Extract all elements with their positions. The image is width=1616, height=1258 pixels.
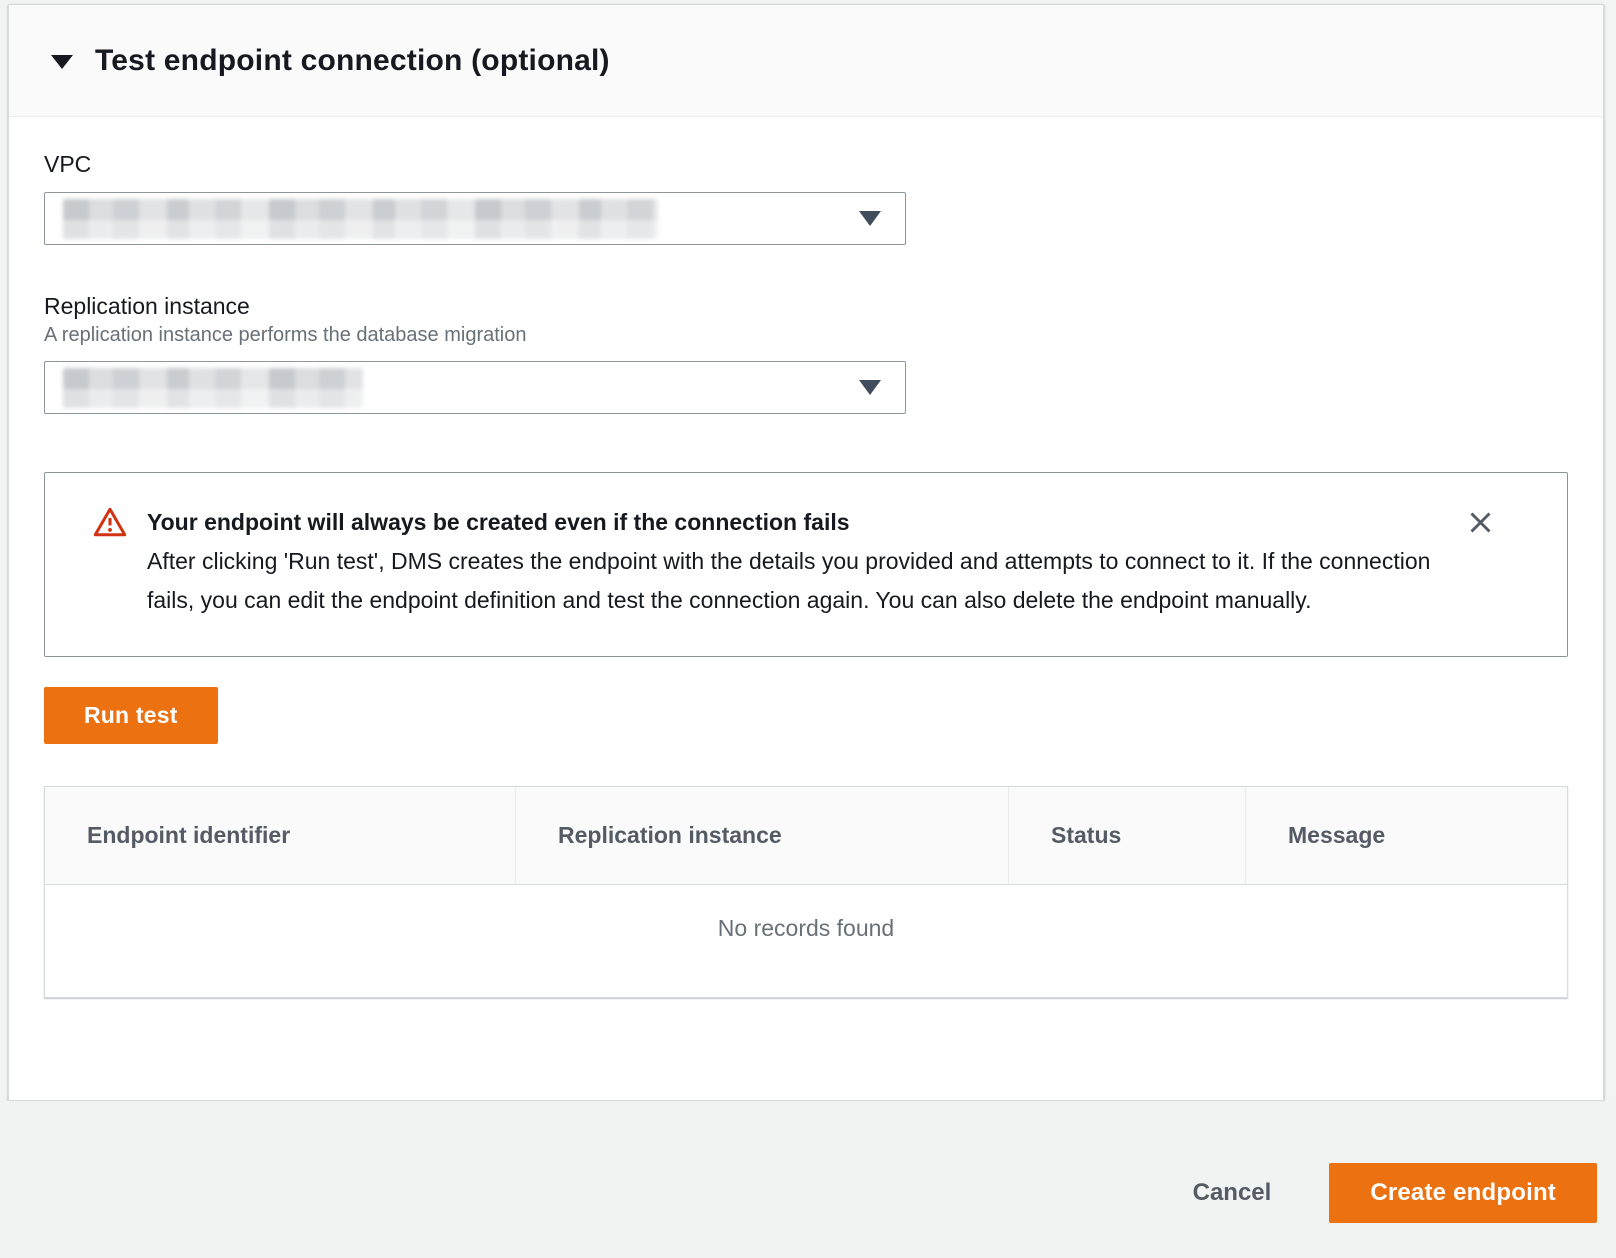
warning-triangle-icon [93,506,127,538]
column-header-replication-instance: Replication instance [515,787,1008,884]
warning-alert-title: Your endpoint will always be created eve… [147,503,1447,541]
run-test-button[interactable]: Run test [44,687,218,744]
chevron-down-icon [859,380,881,395]
section-title: Test endpoint connection (optional) [95,44,610,78]
column-header-message: Message [1245,787,1567,884]
warning-alert-text: Your endpoint will always be created eve… [147,503,1447,620]
test-endpoint-connection-panel: Test endpoint connection (optional) VPC … [8,4,1604,1101]
form-actions-footer: Cancel Create endpoint [0,1101,1616,1258]
section-header-test-endpoint-connection[interactable]: Test endpoint connection (optional) [9,5,1603,117]
replication-instance-label: Replication instance [44,293,1567,320]
column-header-endpoint-identifier: Endpoint identifier [45,787,515,884]
replication-instance-selected-value-redacted [63,368,363,408]
section-body: VPC Replication instance A replication i… [9,117,1603,998]
cancel-button[interactable]: Cancel [1193,1179,1272,1207]
table-empty-state: No records found [45,885,1567,997]
close-icon [1467,509,1494,536]
replication-instance-description: A replication instance performs the data… [44,324,1567,347]
vpc-select[interactable] [44,192,906,245]
connection-results-table: Endpoint identifier Replication instance… [44,786,1568,998]
column-header-status: Status [1008,787,1245,884]
spacer [44,245,1567,293]
warning-alert: Your endpoint will always be created eve… [44,472,1568,657]
close-alert-button[interactable] [1467,509,1494,536]
chevron-down-icon [859,211,881,226]
warning-alert-body: After clicking 'Run test', DMS creates t… [147,542,1447,620]
replication-instance-select[interactable] [44,361,906,414]
vpc-selected-value-redacted [63,199,658,239]
table-header-row: Endpoint identifier Replication instance… [45,787,1567,885]
vpc-label: VPC [44,151,1567,178]
triangle-down-icon [51,55,73,69]
create-endpoint-button[interactable]: Create endpoint [1329,1163,1597,1223]
